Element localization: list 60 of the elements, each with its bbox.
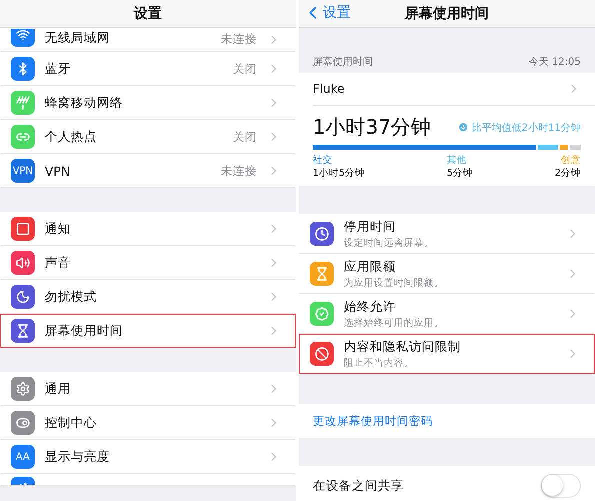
row-label: 屏幕使用时间 xyxy=(45,322,124,340)
share-label: 在设备之间共享 xyxy=(313,478,405,494)
comparison-text: 比平均值低2小时11分钟 xyxy=(458,120,581,134)
settings-row[interactable]: AA 显示与亮度 xyxy=(0,440,296,474)
category-name: 创意 xyxy=(561,154,581,167)
settings-row[interactable]: 无线局域网 未连接 xyxy=(0,28,296,52)
settings-row[interactable]: 蜂窝移动网络 xyxy=(0,86,296,120)
settings-row[interactable]: 个人热点 关闭 xyxy=(0,120,296,154)
row-title: 始终允许 xyxy=(344,298,397,316)
row-label: 声音 xyxy=(45,254,72,272)
feature-row[interactable]: 始终允许 选择始终可用的应用。 xyxy=(299,294,595,334)
settings-row[interactable]: 屏幕使用时间 xyxy=(0,314,296,348)
row-label: 个人热点 xyxy=(45,128,98,146)
row-label: 勿扰模式 xyxy=(45,288,98,306)
back-button[interactable]: 设置 xyxy=(303,3,351,23)
feature-row[interactable]: 内容和隐私访问限制 阻止不当内容。 xyxy=(299,334,595,374)
row-label: 显示与亮度 xyxy=(45,448,111,466)
category-name: 其他 xyxy=(447,154,467,167)
row-subtitle: 选择始终可用的应用。 xyxy=(344,316,445,330)
screen-title: 设置 xyxy=(134,4,162,22)
row-subtitle: 设定时间远离屏幕。 xyxy=(344,236,435,250)
row-value: 未连接 xyxy=(221,164,257,178)
vpn-icon: VPN xyxy=(11,159,35,183)
feature-row[interactable]: 停用时间 设定时间远离屏幕。 xyxy=(299,214,595,254)
settings-row[interactable]: 蓝牙 关闭 xyxy=(0,52,296,86)
total-time: 1小时37分钟 xyxy=(313,114,432,141)
category-time: 2分钟 xyxy=(554,167,581,180)
share-switch[interactable] xyxy=(541,474,581,498)
row-value: 关闭 xyxy=(233,62,257,76)
category-time: 5分钟 xyxy=(447,167,474,180)
row-subtitle: 阻止不当内容。 xyxy=(344,356,415,370)
category-time: 1小时5分钟 xyxy=(313,167,366,180)
settings-row[interactable]: 通用 xyxy=(0,372,296,406)
section-date: 今天 12:05 xyxy=(529,56,581,69)
settings-row[interactable] xyxy=(0,474,296,486)
settings-row[interactable]: VPN VPN 未连接 xyxy=(0,154,296,188)
change-passcode-link[interactable]: 更改屏幕使用时间密码 xyxy=(313,414,433,428)
feature-row[interactable]: 应用限额 为应用设置时间限额。 xyxy=(299,254,595,294)
category-name: 社交 xyxy=(313,154,333,167)
settings-row[interactable]: 声音 xyxy=(0,246,296,280)
row-label: 无线局域网 xyxy=(45,30,111,47)
row-label: 控制中心 xyxy=(45,414,98,432)
text-size-icon: AA xyxy=(11,445,35,469)
row-label: 蓝牙 xyxy=(45,60,72,78)
settings-row[interactable]: 通知 xyxy=(0,212,296,246)
row-value: 关闭 xyxy=(233,130,257,144)
row-label: 蜂窝移动网络 xyxy=(45,94,124,112)
row-title: 停用时间 xyxy=(344,218,397,236)
row-value: 未连接 xyxy=(221,32,257,47)
section-header: 屏幕使用时间 xyxy=(313,56,373,69)
row-label: 通用 xyxy=(45,380,72,398)
row-title: 内容和隐私访问限制 xyxy=(344,338,462,356)
settings-row[interactable]: 勿扰模式 xyxy=(0,280,296,314)
row-label: 通知 xyxy=(45,220,72,238)
settings-row[interactable]: 控制中心 xyxy=(0,406,296,440)
screen-title: 屏幕使用时间 xyxy=(405,4,489,22)
row-subtitle: 为应用设置时间限额。 xyxy=(344,276,445,290)
row-title: 应用限额 xyxy=(344,258,397,276)
device-name: Fluke xyxy=(313,82,345,96)
row-label: VPN xyxy=(45,164,72,178)
